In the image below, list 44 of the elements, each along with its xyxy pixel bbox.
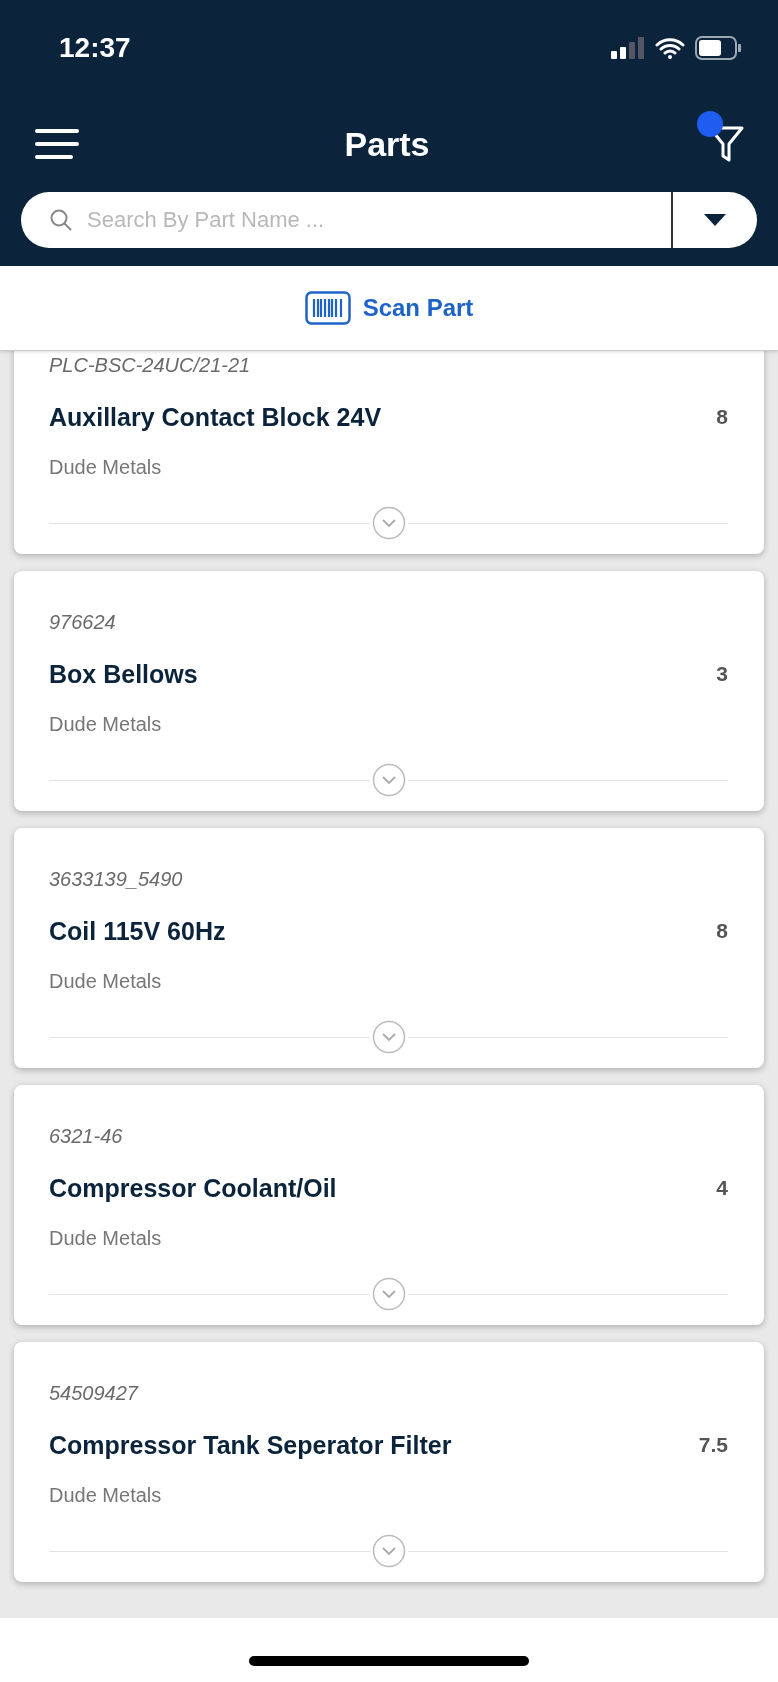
caret-icon [703,213,727,227]
expand-button[interactable] [371,1277,406,1311]
part-name: Coil 115V 60Hz [49,916,226,946]
vendor-name: Dude Metals [49,1226,162,1250]
vendor-name: Dude Metals [49,455,162,479]
part-quantity: 7.5 [698,1433,728,1457]
chevron-down-icon [371,1020,406,1054]
signal-icon [611,37,645,59]
vendor-name: Dude Metals [49,712,162,736]
chevron-down-icon [371,506,406,540]
part-name: Compressor Tank Seperator Filter [49,1430,452,1460]
chevron-down-icon [371,763,406,797]
part-number: 3633139_5490 [49,867,183,891]
part-number: PLC-BSC-24UC/21-21 [49,353,251,377]
part-name: Auxillary Contact Block 24V [49,402,382,432]
dropdown-button[interactable] [671,192,757,248]
expand-button[interactable] [371,1020,406,1054]
status-time: 12:37 [59,32,131,64]
search-icon [49,208,73,232]
part-name: Box Bellows [49,659,198,689]
page-title: Parts [344,124,430,164]
battery-icon [695,36,741,60]
part-quantity: 4 [716,1176,728,1200]
expand-button[interactable] [371,1534,406,1568]
part-number: 54509427 [49,1381,138,1405]
search-field[interactable]: Search By Part Name ... [21,192,671,248]
part-number: 976624 [49,610,116,634]
part-quantity: 8 [716,405,728,429]
menu-icon [35,128,79,160]
part-quantity: 3 [716,662,728,686]
vendor-name: Dude Metals [49,969,162,993]
part-quantity: 8 [716,919,728,943]
part-number: 6321-46 [49,1124,123,1148]
scan-part-button[interactable]: Scan Part [298,285,480,331]
chevron-down-icon [371,1277,406,1311]
vendor-name: Dude Metals [49,1483,162,1507]
part-name: Compressor Coolant/Oil [49,1173,337,1203]
chevron-down-icon [371,1534,406,1568]
menu-button[interactable] [35,128,79,160]
barcode-icon [304,291,351,325]
expand-button[interactable] [371,506,406,540]
expand-button[interactable] [371,763,406,797]
wifi-icon [655,37,685,59]
search-input[interactable]: Search By Part Name ... [85,206,671,234]
